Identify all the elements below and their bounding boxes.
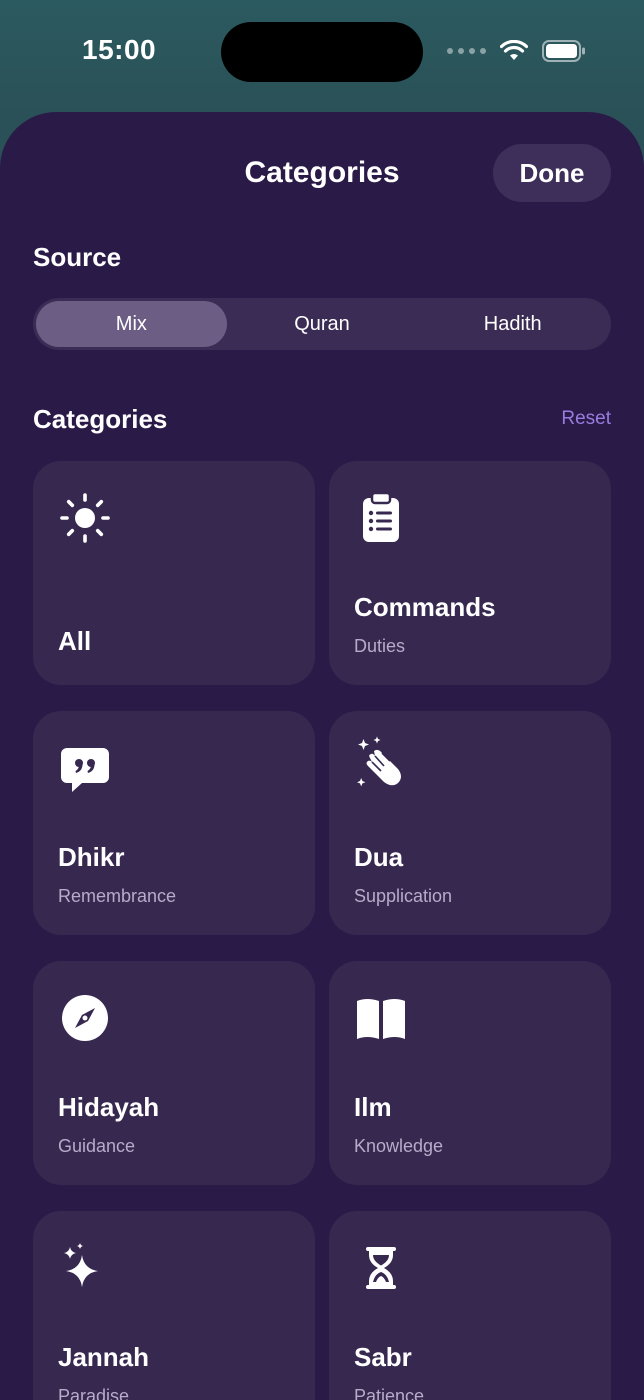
- category-subtitle: Supplication: [354, 886, 453, 906]
- category-title: Dhikr: [58, 842, 125, 872]
- category-card-commands[interactable]: Commands Duties: [329, 461, 611, 685]
- segment-hadith[interactable]: Hadith: [417, 301, 608, 347]
- praying-hands-icon: [357, 736, 401, 787]
- category-card-hidayah[interactable]: Hidayah Guidance: [33, 961, 315, 1185]
- sun-icon: [60, 493, 110, 543]
- dynamic-island: [221, 22, 423, 82]
- hourglass-icon: [366, 1247, 396, 1289]
- category-card-jannah[interactable]: Jannah Paradise: [33, 1211, 315, 1400]
- status-time: 15:00: [82, 34, 157, 65]
- category-card-sabr[interactable]: Sabr Patience: [329, 1211, 611, 1400]
- book-icon: [357, 999, 405, 1039]
- category-card-dhikr[interactable]: Dhikr Remembrance: [33, 711, 315, 935]
- sheet-header: Categories Done: [0, 112, 644, 232]
- category-title: Jannah: [58, 1342, 150, 1372]
- category-title: Sabr: [354, 1342, 412, 1372]
- category-subtitle: Duties: [354, 636, 406, 656]
- category-card-all[interactable]: All: [33, 461, 315, 685]
- status-icons: [447, 40, 586, 62]
- category-subtitle: Paradise: [58, 1386, 130, 1400]
- compass-icon: [62, 995, 108, 1041]
- source-segmented-control: Mix Quran Hadith: [33, 298, 611, 350]
- category-title: Commands: [354, 592, 496, 622]
- category-card-dua[interactable]: Dua Supplication: [329, 711, 611, 935]
- categories-section-label: Categories: [33, 404, 168, 434]
- reset-button[interactable]: Reset: [561, 408, 611, 430]
- quote-bubble-icon: [61, 748, 109, 792]
- clipboard-list-icon: [363, 491, 399, 542]
- sparkles-icon: [64, 1243, 98, 1287]
- categories-sheet: Categories Done Source Mix Quran Hadith …: [0, 112, 644, 1400]
- category-subtitle: Knowledge: [354, 1136, 444, 1156]
- done-button[interactable]: Done: [493, 144, 611, 202]
- wifi-icon: [500, 40, 528, 60]
- segment-mix[interactable]: Mix: [36, 301, 227, 347]
- category-subtitle: Guidance: [58, 1136, 136, 1156]
- cellular-dots-icon: [447, 48, 486, 54]
- source-section-label: Source: [33, 242, 122, 272]
- category-title: Dua: [354, 842, 404, 872]
- status-bar: 15:00: [0, 0, 644, 110]
- category-subtitle: Patience: [354, 1386, 425, 1400]
- category-grid: All Commands Duties Dhikr Remembrance Du…: [33, 461, 611, 1400]
- category-title: Hidayah: [58, 1092, 160, 1122]
- segment-quran[interactable]: Quran: [227, 301, 418, 347]
- category-title: All: [58, 626, 92, 656]
- category-title: Ilm: [354, 1092, 392, 1122]
- battery-icon: [542, 40, 585, 62]
- category-card-ilm[interactable]: Ilm Knowledge: [329, 961, 611, 1185]
- category-subtitle: Remembrance: [58, 886, 177, 906]
